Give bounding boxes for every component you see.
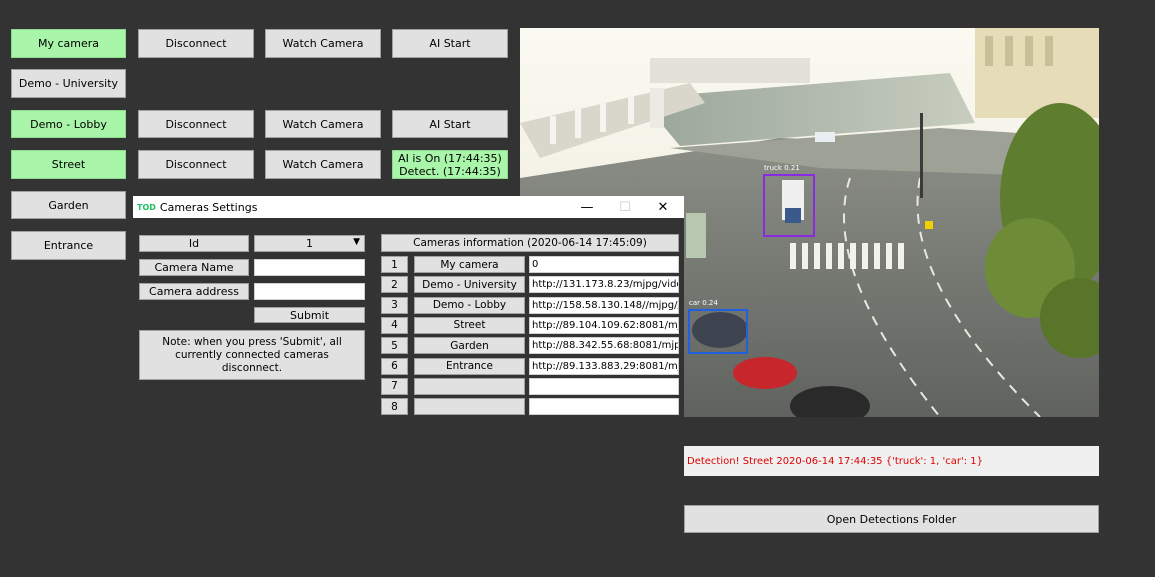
truck-detection-label: truck 0.21 (764, 164, 800, 172)
close-icon[interactable]: ✕ (645, 196, 681, 218)
camera-button-demo-lobby[interactable]: Demo - Lobby (11, 110, 126, 138)
row-camera-name (414, 398, 525, 416)
chevron-down-icon: ▼ (353, 237, 360, 247)
row-camera-name: Entrance (414, 357, 525, 375)
row-number: 7 (381, 377, 408, 395)
row-camera-address[interactable]: 0 (529, 256, 679, 273)
camera-button-garden[interactable]: Garden (11, 191, 126, 219)
camera-button-entrance[interactable]: Entrance (11, 231, 126, 260)
detect-time-text: Detect. (17:44:35) (399, 164, 501, 178)
row-camera-name: Street (414, 316, 525, 334)
id-label: Id (139, 235, 249, 252)
row-number: 1 (381, 256, 408, 273)
row-camera-address[interactable]: http://131.173.8.23/mjpg/video.mjpg (529, 276, 679, 294)
watch-camera-button[interactable]: Watch Camera (265, 110, 381, 138)
app-icon: TOD (137, 202, 156, 212)
row-camera-address[interactable]: http://88.342.55.68:8081/mjpg/video.mjpg (529, 337, 679, 355)
row-number: 4 (381, 316, 408, 334)
row-camera-address[interactable] (529, 377, 679, 395)
row-number: 3 (381, 296, 408, 314)
disconnect-button[interactable]: Disconnect (138, 150, 254, 179)
ai-status-button[interactable]: AI is On (17:44:35) Detect. (17:44:35) (392, 150, 508, 179)
row-number: 6 (381, 357, 408, 375)
disconnect-button[interactable]: Disconnect (138, 110, 254, 138)
row-camera-name: Garden (414, 337, 525, 355)
ai-start-button[interactable]: AI Start (392, 110, 508, 138)
row-camera-address[interactable] (529, 398, 679, 416)
detection-status-text: Detection! Street 2020-06-14 17:44:35 {'… (687, 455, 984, 467)
camera-button-street[interactable]: Street (11, 150, 126, 179)
row-camera-name (414, 377, 525, 395)
ai-start-button[interactable]: AI Start (392, 29, 508, 58)
submit-note: Note: when you press 'Submit', all curre… (139, 330, 365, 380)
camera-name-input[interactable] (254, 259, 365, 276)
row-camera-address[interactable]: http://89.104.109.62:8081/mjpg/video.mjp… (529, 316, 679, 334)
cameras-settings-dialog: TOD Cameras Settings — ☐ ✕ Id 1 ▼ Camera… (133, 196, 684, 557)
id-select[interactable]: 1 ▼ (254, 235, 365, 252)
dialog-title: Cameras Settings (159, 200, 258, 214)
watch-camera-button[interactable]: Watch Camera (265, 150, 381, 179)
row-number: 8 (381, 398, 408, 416)
row-camera-name: Demo - University (414, 276, 525, 294)
row-camera-name: Demo - Lobby (414, 296, 525, 314)
open-detections-folder-button[interactable]: Open Detections Folder (684, 505, 1099, 533)
camera-button-my-camera[interactable]: My camera (11, 29, 126, 58)
detection-status-bar: Detection! Street 2020-06-14 17:44:35 {'… (684, 446, 1099, 476)
ai-on-text: AI is On (17:44:35) (398, 151, 502, 165)
dialog-titlebar[interactable]: TOD Cameras Settings — ☐ ✕ (133, 196, 684, 218)
submit-button[interactable]: Submit (254, 307, 365, 323)
row-number: 5 (381, 337, 408, 355)
watch-camera-button[interactable]: Watch Camera (265, 29, 381, 58)
camera-button-demo-university[interactable]: Demo - University (11, 69, 126, 98)
id-select-value: 1 (306, 237, 313, 250)
row-camera-address[interactable]: http://158.58.130.148//mjpg//video.mjpg (529, 296, 679, 314)
row-number: 2 (381, 276, 408, 294)
maximize-icon[interactable]: ☐ (607, 196, 643, 218)
car-detection-label: car 0.24 (689, 299, 718, 307)
camera-address-label: Camera address (139, 283, 249, 300)
cameras-info-header: Cameras information (2020-06-14 17:45:09… (381, 234, 679, 252)
camera-name-label: Camera Name (139, 259, 249, 276)
row-camera-name: My camera (414, 256, 525, 273)
disconnect-button[interactable]: Disconnect (138, 29, 254, 58)
minimize-icon[interactable]: — (569, 196, 605, 218)
row-camera-address[interactable]: http://89.133.883.29:8081/mjpg/video.mjp… (529, 357, 679, 375)
camera-address-input[interactable] (254, 283, 365, 300)
submit-note-text: Note: when you press 'Submit', all curre… (162, 335, 342, 374)
